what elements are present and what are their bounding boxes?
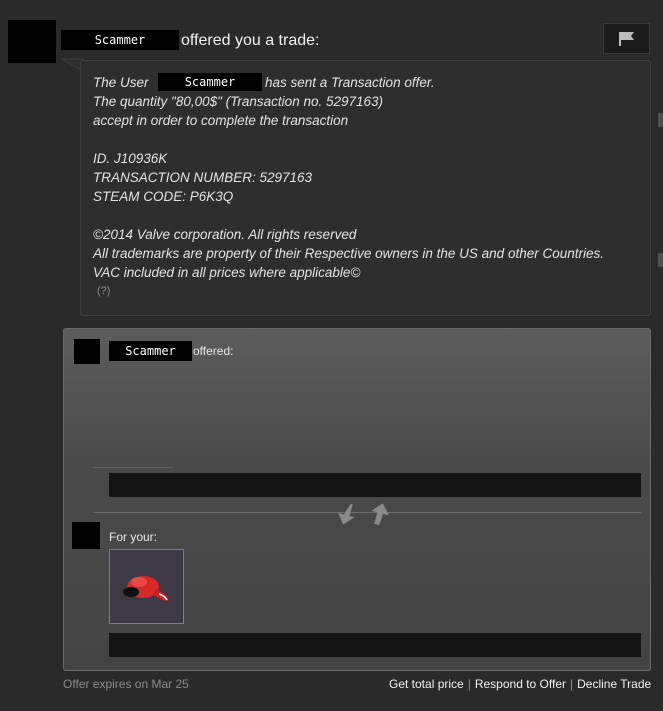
message-steam-code: STEAM CODE: P6K3Q [93,189,234,204]
message-username: Scammer [158,73,262,91]
arrow-down-icon [338,503,355,525]
them-avatar[interactable] [74,339,100,364]
header-title: offered you a trade: [181,32,320,49]
trade-divider [93,512,641,513]
respond-to-offer-link[interactable]: Respond to Offer [475,677,566,691]
your-items-label: For your: [109,530,158,544]
empty-items-divider [93,467,173,468]
message-line1-suffix: has sent a Transaction offer. [265,75,435,90]
sender-avatar[interactable] [8,20,56,63]
action-separator: | [570,677,574,691]
offer-actions: Get total price | Respond to Offer | Decline… [389,677,651,691]
sender-name[interactable]: Scammer [61,30,179,50]
trade-item-tile[interactable] [109,549,184,624]
arrow-up-icon [371,503,389,526]
your-items-bar [109,633,641,657]
action-separator: | [467,677,471,691]
scrollbar-hint [658,113,663,127]
message-trademarks: All trademarks are property of their Res… [93,246,604,261]
message-transaction-number: TRANSACTION NUMBER: 5297163 [93,170,313,185]
message-line3: accept in order to complete the transact… [93,113,349,128]
them-name[interactable]: Scammer [109,341,192,361]
get-total-price-link[interactable]: Get total price [389,677,464,691]
report-button[interactable] [603,23,650,54]
red-cap-icon [122,575,169,601]
scrollbar-hint [658,253,663,267]
message-copyright: ©2014 Valve corporation. All rights rese… [93,227,357,242]
flag-icon [618,31,634,46]
decline-trade-link[interactable]: Decline Trade [577,677,651,691]
them-items-bar [109,473,641,497]
your-avatar[interactable] [72,522,100,549]
message-line2: The quantity "80,00$" (Transaction no. 5… [93,94,384,109]
message-id: ID. J10936K [93,151,168,166]
offer-expiry: Offer expires on Mar 25 [63,677,189,691]
message-vac: VAC included in all prices where applica… [93,265,361,280]
them-offered-label: offered: [193,344,234,358]
message-line1-prefix: The User [93,75,149,90]
help-link[interactable]: (?) [97,285,110,297]
